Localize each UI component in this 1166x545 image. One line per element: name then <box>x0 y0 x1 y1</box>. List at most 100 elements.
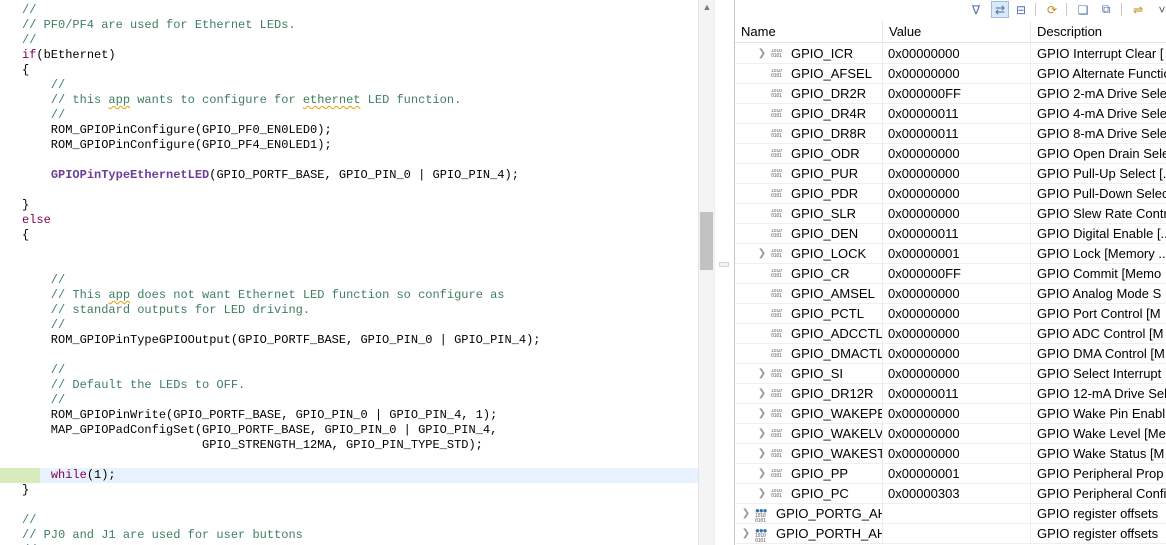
code-line[interactable] <box>0 243 698 258</box>
register-row[interactable]: ❯ 10100101 GPIO_WAKEPEN0x00000000 GPIO Wake… <box>735 404 1166 424</box>
register-value[interactable]: 0x00000011 <box>883 384 1031 404</box>
code-line[interactable]: // this app wants to configure for ether… <box>0 93 698 108</box>
link-icon[interactable]: ⇄ <box>991 1 1009 18</box>
code-line[interactable]: // <box>0 3 698 18</box>
register-row[interactable]: 1010 0101 GPIO_DR8R 0x00000011 GPIO 8-mA Dri… <box>735 124 1166 144</box>
register-value[interactable] <box>883 524 1031 544</box>
editor-scrollbar[interactable]: ▲ <box>698 0 714 545</box>
code-line[interactable]: GPIO_STRENGTH_12MA, GPIO_PIN_TYPE_STD); <box>0 438 698 453</box>
register-row[interactable]: ❯ 1010 0101 GPIO_DR12R 0x00000011 GPIO 12-mA … <box>735 384 1166 404</box>
register-row[interactable]: 1010 0101 GPIO_AMSEL 0x00000000 GPIO Analog … <box>735 284 1166 304</box>
chevron-right-icon[interactable]: ❯ <box>757 424 767 444</box>
collapse-all-icon[interactable]: ⊟ <box>1012 1 1030 18</box>
chevron-right-icon[interactable]: ❯ <box>757 244 767 264</box>
chevron-right-icon[interactable]: ❯ <box>757 404 767 424</box>
register-row[interactable]: 1010 0101 GPIO_SLR 0x00000000 GPIO Slew Rate… <box>735 204 1166 224</box>
register-value[interactable]: 0x00000000 <box>883 44 1031 64</box>
code-line[interactable]: // <box>0 393 698 408</box>
register-value[interactable]: 0x00000000 <box>883 64 1031 84</box>
new-group-icon[interactable]: ❏ <box>1074 1 1092 18</box>
chevron-right-icon[interactable]: ❯ <box>741 504 751 524</box>
register-value[interactable]: 0x00000001 <box>883 464 1031 484</box>
chevron-right-icon[interactable]: ❯ <box>757 464 767 484</box>
register-row[interactable]: 1010 0101 GPIO_ADCCTL 0x00000000 GPIO ADC Co… <box>735 324 1166 344</box>
register-value[interactable]: 0x00000000 <box>883 424 1031 444</box>
register-value[interactable]: 0x00000000 <box>883 144 1031 164</box>
register-row[interactable]: 1010 0101 GPIO_PUR 0x00000000 GPIO Pull-Up S… <box>735 164 1166 184</box>
register-row[interactable]: ❯ 1010 0101 GPIO_LOCK 0x00000001 GPIO Lock [M… <box>735 244 1166 264</box>
code-line[interactable]: ROM_GPIOPinWrite(GPIO_PORTF_BASE, GPIO_P… <box>0 408 698 423</box>
register-row[interactable]: 1010 0101 GPIO_DEN 0x00000011 GPIO Digital E… <box>735 224 1166 244</box>
register-row[interactable]: ❯ 1010 0101 GPIO_PC 0x00000303 GPIO Periphera… <box>735 484 1166 504</box>
register-row[interactable]: ❯ 1010 0101 GPIO_ICR 0x00000000 GPIO Interrup… <box>735 44 1166 64</box>
register-row[interactable]: 1010 0101 GPIO_DMACTL 0x00000000 GPIO DMA Co… <box>735 344 1166 364</box>
register-row[interactable]: ❯ 1010 0101 GPIO_WAKESTA 0x00000000 GPIO Wake… <box>735 444 1166 464</box>
code-line[interactable] <box>0 258 698 273</box>
code-line[interactable]: // PJ0 and J1 are used for user buttons <box>0 528 698 543</box>
register-group-row[interactable]: ❯ ●●●10100101 GPIO_PORTG_AHB GPIO register … <box>735 504 1166 524</box>
code-line[interactable]: else <box>0 213 698 228</box>
code-line[interactable] <box>0 183 698 198</box>
arrange-icon[interactable]: ∇ <box>967 1 985 18</box>
code-line[interactable] <box>0 453 698 468</box>
register-value[interactable]: 0x00000011 <box>883 224 1031 244</box>
code-editor[interactable]: //// PF0/PF4 are used for Ethernet LEDs.… <box>0 0 698 545</box>
overview-mark[interactable] <box>719 262 729 267</box>
code-line[interactable]: // <box>0 363 698 378</box>
register-value[interactable]: 0x00000000 <box>883 164 1031 184</box>
code-line[interactable]: // <box>0 33 698 48</box>
register-value[interactable] <box>883 504 1031 524</box>
export-icon[interactable]: ⧉ <box>1097 1 1115 18</box>
register-value[interactable]: 0x00000011 <box>883 124 1031 144</box>
register-row[interactable]: 1010 0101 GPIO_DR2R 0x000000FF GPIO 2-mA Dri… <box>735 84 1166 104</box>
register-row[interactable]: ❯ 1010 0101 GPIO_SI 0x00000000 GPIO Select In… <box>735 364 1166 384</box>
code-line[interactable]: ROM_GPIOPinConfigure(GPIO_PF4_EN0LED1); <box>0 138 698 153</box>
editor-scroll-thumb[interactable] <box>700 212 713 270</box>
register-value[interactable]: 0x00000001 <box>883 244 1031 264</box>
code-line[interactable]: // PF0/PF4 are used for Ethernet LEDs. <box>0 18 698 33</box>
code-line[interactable]: if(bEthernet) <box>0 48 698 63</box>
register-value[interactable]: 0x000000FF <box>883 84 1031 104</box>
register-value[interactable]: 0x00000000 <box>883 404 1031 424</box>
code-line[interactable]: MAP_GPIOPadConfigSet(GPIO_PORTF_BASE, GP… <box>0 423 698 438</box>
scroll-up-icon[interactable]: ▲ <box>702 2 712 12</box>
sync-icon[interactable]: ⇌ <box>1129 1 1147 18</box>
register-value[interactable]: 0x00000000 <box>883 304 1031 324</box>
code-line[interactable]: // <box>0 108 698 123</box>
refresh-icon[interactable]: ⟳ <box>1043 1 1061 18</box>
register-value[interactable]: 0x00000000 <box>883 364 1031 384</box>
chevron-right-icon[interactable]: ❯ <box>741 524 751 544</box>
code-line[interactable]: GPIOPinTypeEthernetLED(GPIO_PORTF_BASE, … <box>0 168 698 183</box>
chevron-right-icon[interactable]: ❯ <box>757 384 767 404</box>
register-row[interactable]: 1010 0101 GPIO_CR 0x000000FF GPIO Commit [Me… <box>735 264 1166 284</box>
code-line[interactable]: { <box>0 63 698 78</box>
chevron-right-icon[interactable]: ❯ <box>757 444 767 464</box>
code-line[interactable]: // <box>0 513 698 528</box>
register-row[interactable]: 1010 0101 GPIO_AFSEL 0x00000000 GPIO Alterna… <box>735 64 1166 84</box>
code-line[interactable]: ROM_GPIOPinConfigure(GPIO_PF0_EN0LED0); <box>0 123 698 138</box>
code-line[interactable]: ROM_GPIOPinTypeGPIOOutput(GPIO_PORTF_BAS… <box>0 333 698 348</box>
register-row[interactable]: ❯ 1010 0101 GPIO_PP 0x00000001 GPIO Periphera… <box>735 464 1166 484</box>
chevron-right-icon[interactable]: ❯ <box>757 364 767 384</box>
column-description-header[interactable]: Description <box>1031 21 1166 43</box>
register-value[interactable]: 0x00000000 <box>883 284 1031 304</box>
register-row[interactable]: 1010 0101 GPIO_DR4R 0x00000011 GPIO 4-mA Dri… <box>735 104 1166 124</box>
register-value[interactable]: 0x00000000 <box>883 344 1031 364</box>
code-line[interactable] <box>0 153 698 168</box>
register-row[interactable]: 1010 0101 GPIO_PCTL 0x00000000 GPIO Port Con… <box>735 304 1166 324</box>
code-line[interactable]: // <box>0 273 698 288</box>
code-line[interactable] <box>0 498 698 513</box>
code-line[interactable]: // <box>0 318 698 333</box>
register-value[interactable]: 0x000000FF <box>883 264 1031 284</box>
register-row[interactable]: ❯ 1010 0101 GPIO_WAKELVL 0x00000000 GPIO Wake… <box>735 424 1166 444</box>
column-name-header[interactable]: Name <box>735 21 883 43</box>
register-value[interactable]: 0x00000011 <box>883 104 1031 124</box>
register-row[interactable]: 1010 0101 GPIO_PDR 0x00000000 GPIO Pull-Down… <box>735 184 1166 204</box>
register-value[interactable]: 0x00000303 <box>883 484 1031 504</box>
column-value-header[interactable]: Value <box>883 21 1031 43</box>
current-code-line[interactable]: while(1); <box>0 468 698 483</box>
code-line[interactable]: { <box>0 228 698 243</box>
register-group-row[interactable]: ❯ ●●●10100101 GPIO_PORTH_AHB GPIO register … <box>735 524 1166 544</box>
code-line[interactable]: } <box>0 198 698 213</box>
code-line[interactable]: // Default the LEDs to OFF. <box>0 378 698 393</box>
